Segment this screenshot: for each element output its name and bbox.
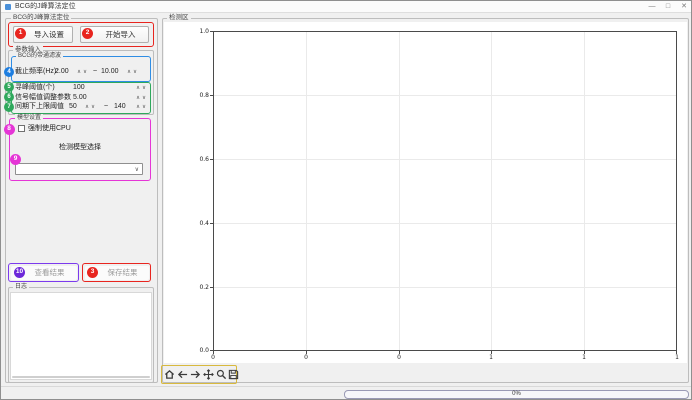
plot-axes [213, 31, 677, 351]
left-panel-title: BCG的J峰算法定位 [11, 14, 71, 22]
spin-down-icon[interactable]: ∨ [142, 85, 146, 91]
interval-high-spinbox[interactable]: 140 [114, 103, 126, 111]
progress-bar: 0% [344, 390, 689, 399]
badge-4: 4 [4, 67, 14, 77]
range-tilde: ~ [104, 103, 108, 111]
badge-1: 1 [15, 28, 26, 39]
cutoff-low-spinbox[interactable]: 2.00 [55, 68, 69, 76]
badge-8: 8 [4, 124, 15, 135]
spin-up-icon[interactable]: ∧ [85, 104, 89, 110]
badge-7: 7 [4, 102, 14, 112]
log-title: 日志 [13, 283, 29, 291]
tick-mark [210, 159, 213, 160]
back-arrow-icon[interactable] [177, 369, 188, 380]
log-textarea[interactable] [10, 292, 152, 380]
y-tick-label: 1.0 [194, 28, 209, 35]
y-tick-label: 0.2 [194, 284, 209, 291]
x-tick-label: 1 [485, 354, 497, 361]
save-icon[interactable] [228, 369, 239, 380]
x-tick-label: 1 [578, 354, 590, 361]
model-select-combobox[interactable]: ∨ [15, 163, 143, 175]
zoom-icon[interactable] [216, 369, 227, 380]
title-bar: BCG的J峰算法定位 — □ ✕ [1, 1, 692, 13]
tick-mark [210, 95, 213, 96]
badge-10: 10 [14, 267, 25, 278]
cutoff-high-spinbox[interactable]: 10.00 [101, 68, 119, 76]
spin-down-icon[interactable]: ∨ [133, 69, 137, 75]
cutoff-label: 截止频率(Hz): [15, 68, 58, 76]
model-select-label: 检测模型选择 [9, 144, 151, 152]
log-horizontal-scrollbar[interactable] [12, 376, 150, 379]
window-title: BCG的J峰算法定位 [15, 3, 76, 11]
bandpass-title: BCG的带通滤波 [16, 52, 63, 60]
x-tick-label: 0 [300, 354, 312, 361]
spin-down-icon[interactable]: ∨ [91, 104, 95, 110]
home-icon[interactable] [164, 369, 175, 380]
forward-arrow-icon[interactable] [190, 369, 201, 380]
minimize-button[interactable]: — [645, 2, 659, 11]
force-cpu-label: 强制使用CPU [28, 125, 71, 133]
force-cpu-checkbox[interactable] [18, 125, 25, 132]
interval-limit-label: 间期下上限阈值 [15, 103, 64, 111]
close-button[interactable]: ✕ [677, 2, 691, 11]
peak-threshold-label: 寻峰阈值(个) [15, 84, 55, 92]
x-tick-label: 0 [393, 354, 405, 361]
spin-up-icon[interactable]: ∧ [77, 69, 81, 75]
plot-group-title: 检测区 [167, 14, 191, 22]
maximize-button[interactable]: □ [661, 2, 675, 11]
badge-2: 2 [82, 28, 93, 39]
spin-down-icon[interactable]: ∨ [142, 104, 146, 110]
spin-up-icon[interactable]: ∧ [136, 85, 140, 91]
range-tilde: ~ [93, 68, 97, 76]
y-tick-label: 0.0 [194, 347, 209, 354]
y-tick-label: 0.8 [194, 92, 209, 99]
amp-adjust-label: 信号幅值调整参数 [15, 94, 71, 102]
badge-5: 5 [4, 82, 14, 92]
spin-up-icon[interactable]: ∧ [136, 104, 140, 110]
spin-up-icon[interactable]: ∧ [136, 95, 140, 101]
badge-6: 6 [4, 92, 14, 102]
chevron-down-icon: ∨ [135, 167, 139, 173]
interval-low-spinbox[interactable]: 50 [69, 103, 77, 111]
x-tick-label: 1 [671, 354, 683, 361]
tick-mark [210, 287, 213, 288]
tick-mark [210, 350, 213, 351]
pan-icon[interactable] [203, 369, 214, 380]
y-tick-label: 0.6 [194, 156, 209, 163]
app-window: BCG的J峰算法定位 — □ ✕ BCG的J峰算法定位 导入设置 开始导入 1 … [0, 0, 692, 400]
model-settings-title: 模型设置 [15, 114, 43, 122]
spin-down-icon[interactable]: ∨ [142, 95, 146, 101]
y-tick-label: 0.4 [194, 220, 209, 227]
tick-mark [210, 31, 213, 32]
x-tick-label: 0 [207, 354, 219, 361]
app-icon [5, 4, 11, 10]
tick-mark [210, 223, 213, 224]
amp-adjust-spinbox[interactable]: 5.00 [73, 94, 87, 102]
spin-down-icon[interactable]: ∨ [83, 69, 87, 75]
peak-threshold-spinbox[interactable]: 100 [73, 84, 85, 92]
statusbar-separator [1, 386, 692, 387]
spin-up-icon[interactable]: ∧ [127, 69, 131, 75]
badge-9: 9 [10, 154, 21, 165]
badge-3: 3 [87, 267, 98, 278]
